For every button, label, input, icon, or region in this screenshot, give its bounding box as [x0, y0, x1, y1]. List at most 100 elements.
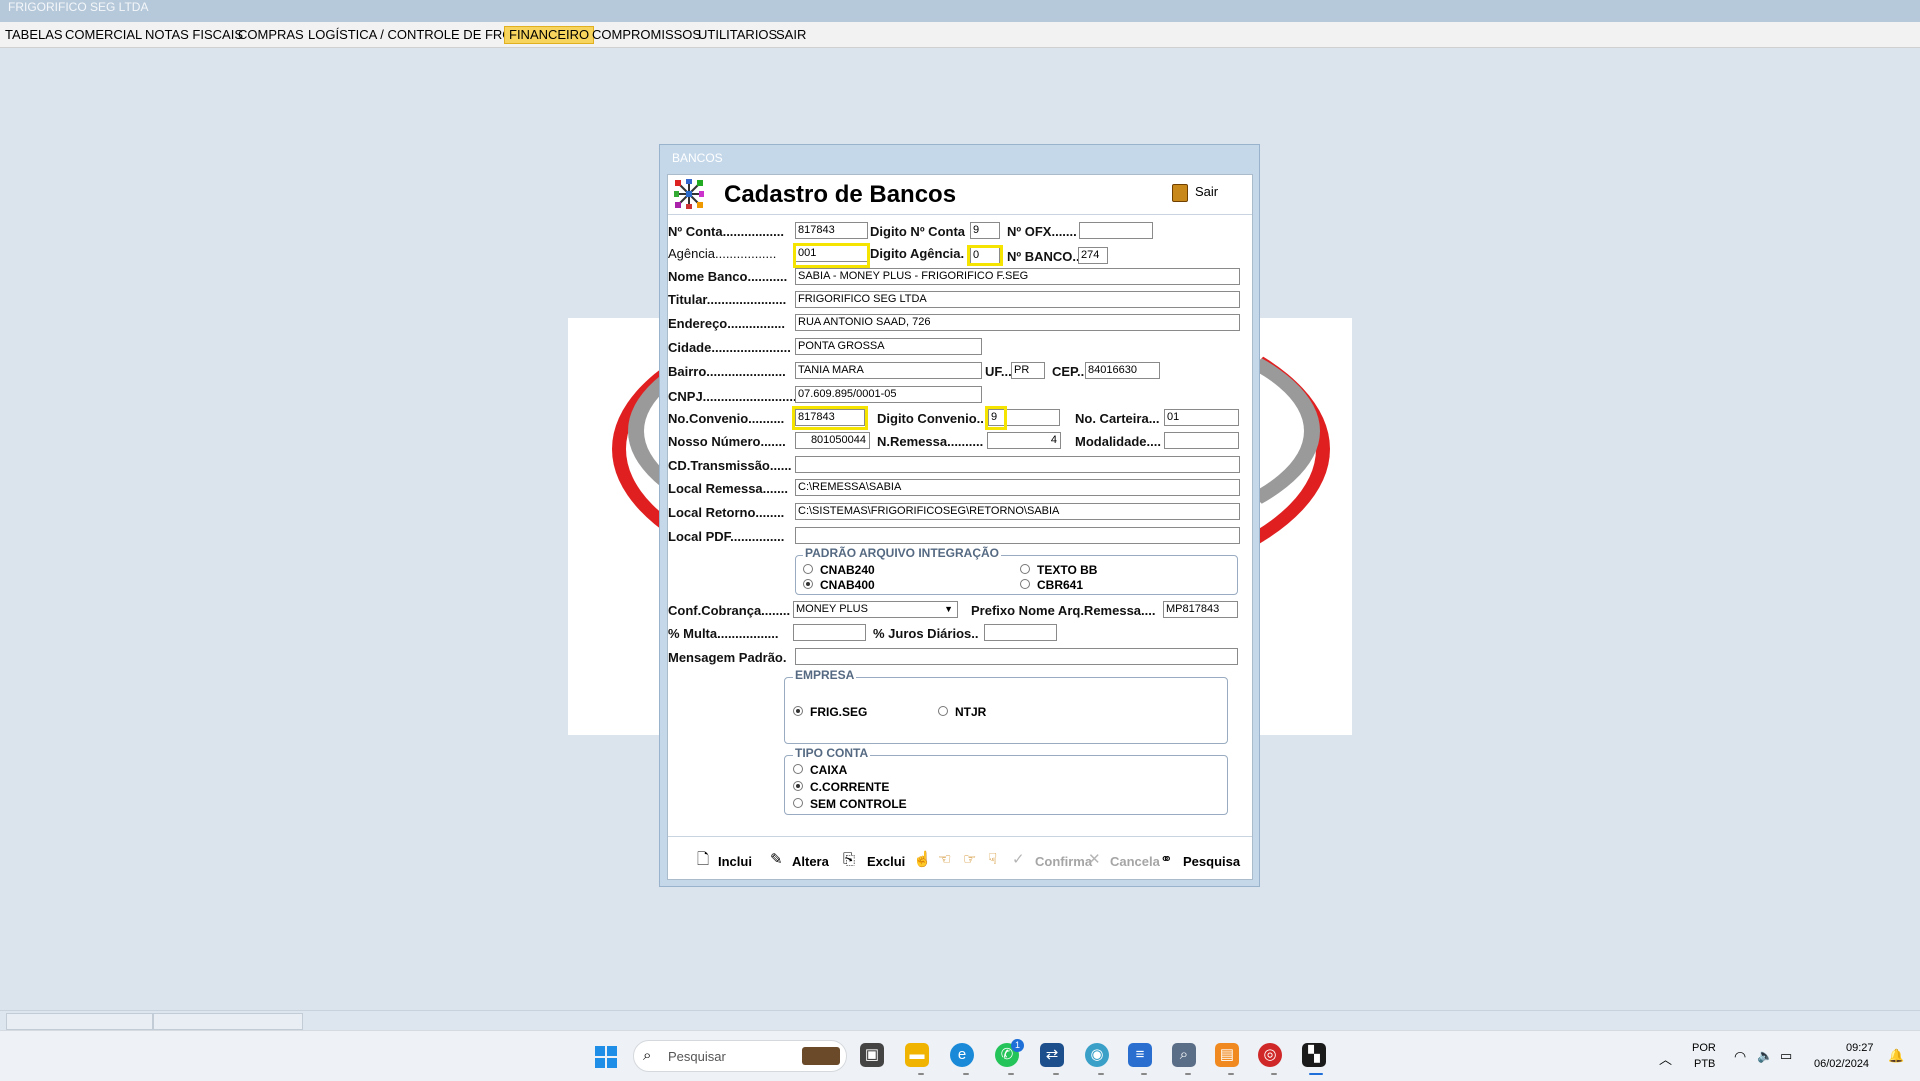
- modalidade-field[interactable]: [1164, 432, 1239, 449]
- new-document-icon[interactable]: 🗋: [697, 852, 709, 868]
- label-juros: % Juros Diários..: [873, 626, 979, 641]
- volume-muted-icon[interactable]: 🔈: [1757, 1048, 1773, 1064]
- cbr641-radio[interactable]: [1020, 579, 1030, 589]
- binoculars-icon[interactable]: ⚭: [1160, 852, 1173, 868]
- menu-tabelas[interactable]: TABELAS: [5, 28, 63, 42]
- texto-bb-radio[interactable]: [1020, 564, 1030, 574]
- battery-icon[interactable]: ▭: [1780, 1048, 1792, 1064]
- clock-date[interactable]: 06/02/2024: [1814, 1058, 1869, 1070]
- caixa-radio[interactable]: [793, 764, 803, 774]
- running-indicator: [1185, 1073, 1191, 1075]
- cnpj-field[interactable]: 07.609.895/0001-05: [795, 386, 982, 403]
- cep-field[interactable]: 84016630: [1085, 362, 1160, 379]
- cidade-field[interactable]: PONTA GROSSA: [795, 338, 982, 355]
- running-indicator: [1228, 1073, 1234, 1075]
- altera-button[interactable]: Altera: [792, 854, 829, 869]
- menu-logistica[interactable]: LOGÍSTICA / CONTROLE DE FROTAS: [308, 28, 537, 42]
- notification-bell-icon[interactable]: 🔔: [1888, 1048, 1904, 1064]
- digito-conta-field[interactable]: 9: [970, 222, 1000, 239]
- caixa-label: CAIXA: [810, 763, 848, 777]
- mensagem-field[interactable]: [795, 648, 1238, 665]
- seg-logo-app-icon[interactable]: ◎: [1258, 1043, 1282, 1067]
- ntjr-radio[interactable]: [938, 706, 948, 716]
- clock-time[interactable]: 09:27: [1846, 1042, 1874, 1054]
- local-retorno-field[interactable]: C:\SISTEMAS\FRIGORIFICOSEG\RETORNO\SABIA: [795, 503, 1240, 520]
- task-view-icon[interactable]: ▣: [860, 1043, 884, 1067]
- menu-compras[interactable]: COMPRAS: [238, 28, 304, 42]
- menu-financeiro[interactable]: FINANCEIRO: [504, 26, 595, 44]
- bairro-field[interactable]: TANIA MARA: [795, 362, 982, 379]
- sair-button[interactable]: Sair: [1195, 184, 1218, 199]
- remessa-field[interactable]: 4: [987, 432, 1061, 449]
- juros-field[interactable]: [984, 624, 1057, 641]
- delete-icon[interactable]: ⎘: [843, 852, 855, 868]
- cnab240-radio[interactable]: [803, 564, 813, 574]
- label-remessa: N.Remessa..........: [877, 434, 984, 449]
- teamviewer-icon[interactable]: ⇄: [1040, 1043, 1064, 1067]
- label-agencia: Agência.................: [668, 246, 777, 261]
- cancela-button[interactable]: Cancela: [1110, 854, 1160, 869]
- erp-app-icon[interactable]: ▚: [1302, 1043, 1326, 1067]
- taskbar-search-box[interactable]: ⌕ Pesquisar: [633, 1040, 847, 1072]
- globe-app-icon[interactable]: ◉: [1085, 1043, 1109, 1067]
- menu-comercial[interactable]: COMERCIAL: [65, 28, 142, 42]
- prefixo-field[interactable]: MP817843: [1163, 601, 1238, 618]
- conf-cobranca-value: MONEY PLUS: [796, 603, 868, 615]
- cancel-x-icon: ✕: [1088, 851, 1101, 868]
- c-corrente-radio[interactable]: [793, 781, 803, 791]
- conta-field[interactable]: 817843: [795, 222, 868, 239]
- carteira-field[interactable]: 01: [1164, 409, 1239, 426]
- edit-icon[interactable]: ✎: [770, 852, 783, 868]
- file-explorer-icon[interactable]: ▬: [905, 1043, 929, 1067]
- wifi-icon[interactable]: ◠: [1734, 1048, 1746, 1065]
- nav-prev-hand-icon[interactable]: ☜: [938, 852, 951, 868]
- nosso-numero-field[interactable]: 801050044: [795, 432, 870, 449]
- app-title-bar: FRIGORIFICO SEG LTDA: [0, 0, 1920, 22]
- active-indicator: [1309, 1073, 1323, 1075]
- cnab400-radio[interactable]: [803, 579, 813, 589]
- nav-last-hand-icon[interactable]: ☟: [988, 852, 997, 868]
- menu-notas-fiscais[interactable]: NOTAS FISCAIS: [145, 28, 243, 42]
- nav-first-hand-icon[interactable]: ☝: [913, 852, 932, 868]
- whatsapp-badge: 1: [1011, 1039, 1024, 1052]
- app-title: FRIGORIFICO SEG LTDA: [8, 0, 149, 14]
- banco-field[interactable]: 274: [1078, 247, 1108, 264]
- transmissao-field[interactable]: [795, 456, 1240, 473]
- frig-seg-radio[interactable]: [793, 706, 803, 716]
- confirma-button[interactable]: Confirma: [1035, 854, 1092, 869]
- label-modalidade: Modalidade....: [1075, 434, 1161, 449]
- label-conf-cobranca: Conf.Cobrança........: [668, 603, 791, 618]
- notepad-icon[interactable]: ≡: [1128, 1043, 1152, 1067]
- conf-cobranca-select[interactable]: MONEY PLUS ▼: [793, 601, 958, 618]
- local-pdf-field[interactable]: [795, 527, 1240, 544]
- menu-utilitarios[interactable]: UTILITARIOS: [698, 28, 777, 42]
- status-panel-2: [153, 1013, 303, 1030]
- lang-indicator-top[interactable]: POR: [1692, 1042, 1716, 1054]
- label-nome-banco: Nome Banco...........: [668, 269, 788, 284]
- lang-indicator-bottom[interactable]: PTB: [1694, 1058, 1715, 1070]
- inclui-button[interactable]: Inclui: [718, 854, 752, 869]
- ofx-field[interactable]: [1079, 222, 1153, 239]
- status-panel-1: [6, 1013, 153, 1030]
- menu-compromissos[interactable]: COMPROMISSOS: [592, 28, 701, 42]
- titular-field[interactable]: FRIGORIFICO SEG LTDA: [795, 291, 1240, 308]
- empresa-title: EMPRESA: [793, 668, 857, 682]
- label-local-retorno: Local Retorno........: [668, 505, 785, 520]
- menu-sair[interactable]: SAIR: [776, 28, 806, 42]
- exclui-button[interactable]: Exclui: [867, 854, 905, 869]
- nome-banco-field[interactable]: SABIA - MONEY PLUS - FRIGORIFICO F.SEG: [795, 268, 1240, 285]
- uf-field[interactable]: PR: [1011, 362, 1045, 379]
- pesquisa-button[interactable]: Pesquisa: [1183, 854, 1240, 869]
- sem-controle-radio[interactable]: [793, 798, 803, 808]
- edge-browser-icon[interactable]: e: [950, 1043, 974, 1067]
- app-orange-icon[interactable]: ▤: [1215, 1043, 1239, 1067]
- chevron-down-icon[interactable]: ▼: [944, 602, 953, 617]
- multa-field[interactable]: [793, 624, 866, 641]
- chevron-up-icon[interactable]: ︿: [1659, 1049, 1672, 1068]
- endereco-field[interactable]: RUA ANTONIO SAAD, 726: [795, 314, 1240, 331]
- nav-next-hand-icon[interactable]: ☞: [963, 852, 976, 868]
- windows-start-icon[interactable]: [595, 1046, 617, 1068]
- running-indicator: [1141, 1073, 1147, 1075]
- local-remessa-field[interactable]: C:\REMESSA\SABIA: [795, 479, 1240, 496]
- search-tool-icon[interactable]: ⌕: [1172, 1043, 1196, 1067]
